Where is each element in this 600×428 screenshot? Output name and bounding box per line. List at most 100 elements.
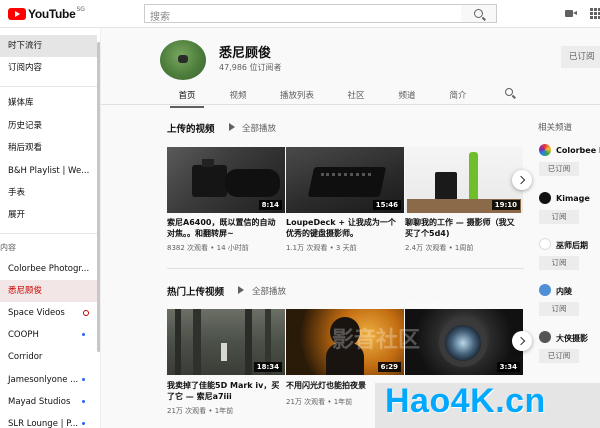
video-title[interactable]: 我卖掉了佳能5D Mark iv，买了它 — 索尼a7iii bbox=[167, 380, 282, 402]
sidebar-divider bbox=[0, 86, 97, 87]
play-all-button[interactable]: 全部播放 bbox=[252, 285, 286, 297]
sidebar-sub-jamesonlyone[interactable]: Jamesonlyone ... bbox=[0, 369, 97, 391]
related-channel-avatar[interactable] bbox=[539, 331, 551, 343]
new-content-dot-icon bbox=[82, 333, 85, 336]
sidebar-sub-label: Corridor bbox=[8, 352, 43, 362]
video-thumbnail[interactable]: 18:34 bbox=[167, 309, 285, 375]
video-meta: 1.1万 次观看 • 3 天前 bbox=[286, 244, 357, 252]
logo-text: YouTube bbox=[28, 7, 76, 21]
sidebar-divider bbox=[0, 233, 97, 234]
create-video-icon[interactable] bbox=[565, 8, 577, 19]
tab-videos[interactable]: 视频 bbox=[222, 88, 254, 108]
top-bar: YouTube SG 搜索 bbox=[0, 0, 600, 28]
sidebar-item-watch[interactable]: 手表 bbox=[0, 182, 97, 204]
shelf-divider bbox=[167, 268, 524, 269]
tab-community[interactable]: 社区 bbox=[340, 88, 372, 108]
video-meta: 2.4万 次观看 • 1周前 bbox=[405, 244, 474, 252]
sidebar-sub-label: SLR Lounge | P... bbox=[8, 419, 79, 428]
sidebar-sub-slr-lounge[interactable]: SLR Lounge | P... bbox=[0, 413, 97, 428]
tab-playlists[interactable]: 播放列表 bbox=[275, 88, 319, 108]
tab-home[interactable]: 首页 bbox=[170, 88, 204, 108]
search-icon bbox=[474, 9, 483, 18]
channel-avatar[interactable] bbox=[160, 40, 206, 80]
live-icon bbox=[83, 310, 89, 316]
tab-channels[interactable]: 频道 bbox=[391, 88, 423, 108]
related-subscribe-button[interactable]: 已订阅 bbox=[539, 349, 579, 363]
sidebar-sub-label: COOPH bbox=[8, 330, 39, 340]
sidebar-section-label: 内容 bbox=[0, 243, 16, 252]
logo-region: SG bbox=[76, 5, 85, 13]
channel-search-icon[interactable] bbox=[505, 88, 513, 96]
sidebar-sub-label: 悉尼顾俊 bbox=[8, 286, 43, 296]
video-duration: 3:34 bbox=[496, 362, 520, 372]
sidebar-item-playlist[interactable]: B&H Playlist | We... bbox=[0, 160, 97, 182]
shelf-title-uploads[interactable]: 上传的视频 bbox=[167, 121, 215, 135]
youtube-logo[interactable]: YouTube SG bbox=[8, 6, 85, 22]
related-channel-name[interactable]: Colorbee Pho bbox=[556, 146, 600, 155]
related-channel-name[interactable]: 内陵 bbox=[556, 286, 572, 297]
video-thumbnail[interactable]: 3:34 bbox=[405, 309, 523, 375]
watermark-url: zhai4K.cn bbox=[405, 300, 454, 311]
video-thumbnail[interactable]: 19:10 bbox=[405, 147, 523, 213]
new-content-dot-icon bbox=[82, 400, 85, 403]
related-subscribe-button[interactable]: 订阅 bbox=[539, 302, 579, 316]
sidebar-scrollbar[interactable] bbox=[97, 42, 100, 352]
video-meta: 8382 次观看 • 14 小时前 bbox=[167, 244, 249, 252]
watermark-faint-text: 影音社区 bbox=[332, 328, 421, 353]
sidebar-sub-space-videos[interactable]: Space Videos bbox=[0, 302, 97, 324]
play-all-icon bbox=[229, 123, 235, 131]
sidebar-item-trending[interactable]: 时下流行 bbox=[0, 35, 97, 57]
video-duration: 15:46 bbox=[372, 200, 401, 210]
tab-about[interactable]: 简介 bbox=[442, 88, 474, 108]
related-channels-title: 相关频道 bbox=[538, 123, 573, 133]
youtube-play-icon bbox=[8, 8, 26, 20]
shelf-next-arrow-icon[interactable] bbox=[512, 170, 532, 190]
sidebar-sub-label: Space Videos bbox=[8, 308, 65, 318]
related-subscribe-button[interactable]: 订阅 bbox=[539, 256, 579, 270]
related-subscribe-button[interactable]: 已订阅 bbox=[539, 162, 579, 176]
video-meta: 21万 次观看 • 1年前 bbox=[167, 407, 234, 415]
shelf-next-arrow-icon[interactable] bbox=[512, 331, 532, 351]
related-channel-name[interactable]: Kimage bbox=[556, 194, 590, 203]
tabs-divider bbox=[101, 104, 600, 105]
video-title[interactable]: LoupeDeck + 让我成为一个优秀的键盘摄影师。 bbox=[286, 217, 401, 239]
sidebar-sub-mayad[interactable]: Mayad Studios bbox=[0, 391, 97, 413]
channel-name: 悉尼顾俊 bbox=[219, 46, 272, 61]
video-duration: 8:14 bbox=[258, 200, 282, 210]
subscribed-button[interactable]: 已订阅 bbox=[561, 46, 600, 68]
play-all-icon bbox=[238, 286, 244, 294]
sidebar-item-expand[interactable]: 展开 bbox=[0, 204, 97, 226]
sidebar-item-library[interactable]: 媒体库 bbox=[0, 92, 97, 114]
search-button[interactable] bbox=[461, 4, 497, 23]
new-content-dot-icon bbox=[82, 378, 85, 381]
related-channel-avatar[interactable] bbox=[539, 144, 551, 156]
sidebar: 时下流行 订阅内容 媒体库 历史记录 稍后观看 B&H Playlist | W… bbox=[0, 28, 101, 428]
video-duration: 6:29 bbox=[377, 362, 401, 372]
play-all-button[interactable]: 全部播放 bbox=[242, 122, 276, 134]
watermark-text: Hao4K.cn bbox=[385, 382, 546, 420]
sidebar-item-subscriptions[interactable]: 订阅内容 bbox=[0, 57, 97, 79]
related-channel-name[interactable]: 巫师后期 bbox=[556, 240, 588, 251]
sidebar-item-watch-later[interactable]: 稍后观看 bbox=[0, 137, 97, 159]
related-subscribe-button[interactable]: 订阅 bbox=[539, 210, 579, 224]
sidebar-item-history[interactable]: 历史记录 bbox=[0, 115, 97, 137]
sidebar-sub-label: Jamesonlyone ... bbox=[8, 375, 79, 385]
sidebar-sub-cooph[interactable]: COOPH bbox=[0, 324, 97, 346]
related-channel-avatar[interactable] bbox=[539, 284, 551, 296]
search-input[interactable]: 搜索 bbox=[144, 4, 462, 23]
sidebar-sub-corridor[interactable]: Corridor bbox=[0, 346, 97, 368]
video-title[interactable]: 索尼A6400，既以置信的自动对焦。。和翻转屏~ bbox=[167, 217, 282, 239]
related-channel-avatar[interactable] bbox=[539, 192, 551, 204]
video-meta: 21万 次观看 • 1年前 bbox=[286, 398, 353, 406]
related-channel-avatar[interactable] bbox=[539, 238, 551, 250]
sidebar-sub-current-channel[interactable]: 悉尼顾俊 bbox=[0, 280, 97, 302]
video-thumbnail[interactable]: 15:46 bbox=[286, 147, 404, 213]
sidebar-sub-colorbee[interactable]: Colorbee Photogr... bbox=[0, 258, 97, 280]
new-content-dot-icon bbox=[82, 422, 85, 425]
related-channel-name[interactable]: 大侠摄影 bbox=[556, 333, 588, 344]
sidebar-sub-label: Colorbee Photogr... bbox=[8, 264, 90, 274]
shelf-title-popular[interactable]: 热门上传视频 bbox=[167, 284, 224, 298]
apps-grid-icon[interactable] bbox=[590, 8, 600, 19]
video-title[interactable]: 聊聊我的工作 — 摄影师（我又买了个5d4) bbox=[405, 217, 520, 239]
video-thumbnail[interactable]: 8:14 bbox=[167, 147, 285, 213]
